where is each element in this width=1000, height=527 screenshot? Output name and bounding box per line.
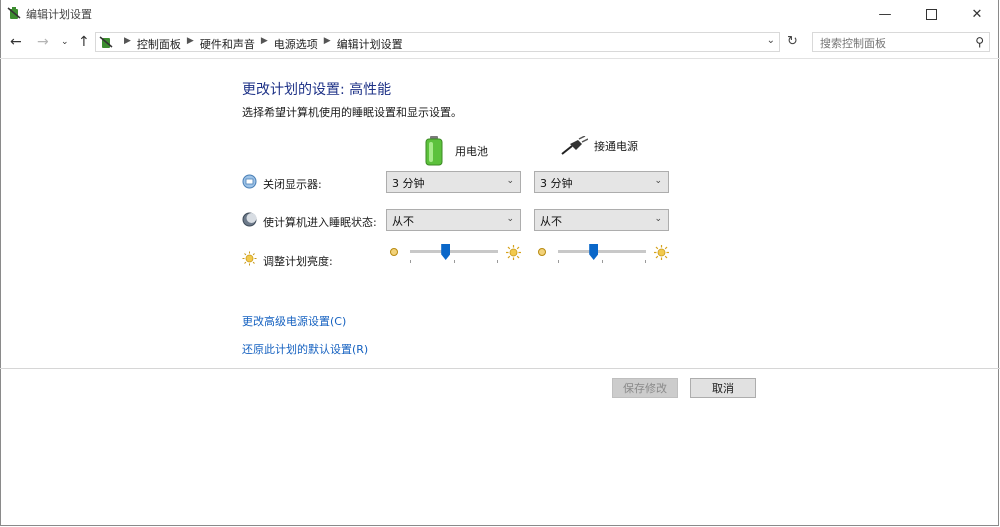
battery-column-label: 用电池	[455, 145, 488, 158]
power-plan-icon	[7, 7, 21, 19]
cancel-button[interactable]: 取消	[690, 378, 756, 398]
navigation-bar: ← → ⌄ ↑ ▶ 控制面板 ▶ 硬件和声音 ▶ 电源选项 ▶ 编辑计划设置 ⌄…	[0, 28, 1000, 58]
display-off-label: 关闭显示器:	[263, 178, 322, 191]
breadcrumb: ▶ 控制面板 ▶ 硬件和声音 ▶ 电源选项 ▶ 编辑计划设置	[118, 36, 403, 52]
window-frame	[0, 0, 999, 526]
breadcrumb-chevron-icon: ▶	[260, 36, 268, 46]
slider-tick	[558, 260, 559, 263]
chevron-down-icon: ⌄	[506, 176, 514, 186]
sleep-label: 使计算机进入睡眠状态:	[263, 216, 377, 229]
save-changes-button[interactable]: 保存修改	[612, 378, 678, 398]
page-subtitle: 选择希望计算机使用的睡眠设置和显示设置。	[242, 106, 462, 119]
brightness-sun-icon	[242, 251, 257, 266]
breadcrumb-edit-plan[interactable]: 编辑计划设置	[337, 36, 403, 52]
minimize-icon: —	[878, 6, 892, 22]
back-arrow-icon[interactable]: ←	[10, 34, 22, 50]
battery-column-header: 用电池	[425, 136, 488, 166]
window-title: 编辑计划设置	[26, 8, 92, 21]
bright-sun-icon	[506, 245, 521, 260]
breadcrumb-chevron-icon: ▶	[186, 36, 194, 46]
chevron-down-icon: ⌄	[654, 176, 662, 186]
display-off-battery-value: 3 分钟	[392, 177, 425, 190]
nav-divider	[0, 58, 1000, 59]
forward-arrow-icon[interactable]: →	[37, 34, 49, 50]
brightness-label: 调整计划亮度:	[263, 255, 333, 268]
chevron-down-icon: ⌄	[654, 214, 662, 224]
restore-defaults-link[interactable]: 还原此计划的默认设置(R)	[242, 341, 368, 357]
power-plug-icon	[561, 136, 588, 155]
up-arrow-icon[interactable]: ↑	[78, 34, 90, 50]
breadcrumb-power-options[interactable]: 电源选项	[274, 36, 318, 52]
sleep-plugged-value: 从不	[540, 215, 562, 228]
minimize-button[interactable]: —	[862, 0, 908, 28]
close-icon: ✕	[971, 6, 983, 22]
maximize-icon	[925, 8, 937, 20]
sleep-battery-value: 从不	[392, 215, 414, 228]
sleep-battery-select[interactable]: 从不 ⌄	[386, 209, 521, 231]
sleep-moon-icon	[242, 212, 257, 227]
slider-thumb[interactable]	[441, 244, 451, 260]
address-bar[interactable]: ▶ 控制面板 ▶ 硬件和声音 ▶ 电源选项 ▶ 编辑计划设置 ⌄	[95, 32, 780, 52]
plugged-column-label: 接通电源	[594, 140, 638, 153]
dim-sun-icon	[390, 248, 398, 256]
display-off-battery-select[interactable]: 3 分钟 ⌄	[386, 171, 521, 193]
sleep-plugged-select[interactable]: 从不 ⌄	[534, 209, 669, 231]
plugged-column-header: 接通电源	[560, 136, 638, 156]
control-panel-icon	[99, 36, 113, 48]
slider-tick	[645, 260, 646, 263]
slider-track	[558, 250, 646, 253]
refresh-icon[interactable]: ↻	[787, 34, 798, 49]
bright-sun-icon	[654, 245, 669, 260]
chevron-down-icon: ⌄	[506, 214, 514, 224]
slider-tick	[602, 260, 603, 263]
breadcrumb-chevron-icon: ▶	[124, 36, 131, 46]
maximize-button[interactable]	[908, 0, 954, 28]
dim-sun-icon	[538, 248, 546, 256]
display-off-plugged-value: 3 分钟	[540, 177, 573, 190]
search-box: ⚲	[812, 32, 990, 52]
advanced-power-settings-link[interactable]: 更改高级电源设置(C)	[242, 313, 346, 329]
slider-tick	[497, 260, 498, 263]
search-icon[interactable]: ⚲	[975, 35, 984, 49]
slider-tick	[454, 260, 455, 263]
page-title: 更改计划的设置: 高性能	[242, 82, 392, 98]
slider-thumb[interactable]	[589, 244, 599, 260]
search-input[interactable]	[818, 34, 972, 52]
footer-divider	[0, 368, 1000, 369]
battery-icon	[425, 136, 443, 166]
brightness-battery-slider[interactable]	[410, 244, 498, 264]
slider-track	[410, 250, 498, 253]
monitor-icon	[242, 174, 257, 189]
display-off-plugged-select[interactable]: 3 分钟 ⌄	[534, 171, 669, 193]
breadcrumb-chevron-icon: ▶	[323, 36, 331, 46]
brightness-plugged-slider[interactable]	[558, 244, 646, 264]
slider-tick	[410, 260, 411, 263]
close-button[interactable]: ✕	[954, 0, 1000, 28]
address-dropdown-icon[interactable]: ⌄	[767, 35, 775, 46]
breadcrumb-hardware-sound[interactable]: 硬件和声音	[200, 36, 255, 52]
breadcrumb-control-panel[interactable]: 控制面板	[137, 36, 181, 52]
title-bar: 编辑计划设置 — ✕	[0, 0, 1000, 28]
recent-locations-chevron-icon[interactable]: ⌄	[61, 37, 69, 47]
